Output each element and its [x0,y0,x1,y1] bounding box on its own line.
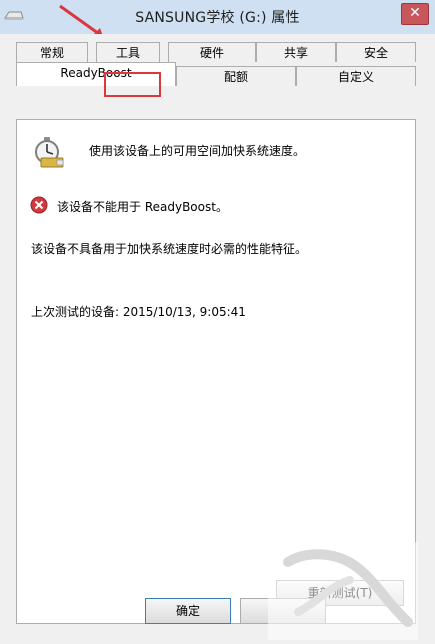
cancel-button[interactable] [240,598,326,624]
tab-tools[interactable]: 工具 [96,42,160,62]
tab-general[interactable]: 常规 [16,42,88,62]
tab-label: 工具 [115,46,140,60]
tab-label: 常规 [39,46,64,60]
tab-hardware[interactable]: 硬件 [168,42,256,62]
tab-label: 硬件 [199,46,224,60]
title-bar: SANSUNG学校 (G:) 属性 ✕ [0,0,435,35]
error-x-icon [30,196,48,214]
readyboost-stopwatch-icon [35,137,64,168]
reason-text: 该设备不具备用于加快系统速度时必需的性能特征。 [31,242,308,256]
readyboost-panel: 使用该设备上的可用空间加快系统速度。 该设备不能用于 ReadyBoost。 该… [16,119,416,624]
tab-readyboost[interactable]: ReadyBoost [16,62,176,86]
error-message: 该设备不能用于 ReadyBoost。 [57,200,228,214]
tab-label: 配额 [223,70,248,84]
properties-dialog: 常规 工具 硬件 共享 安全 ReadyBoost 配额 自定义 使用该设备上的… [0,34,435,644]
tab-label: 共享 [283,46,308,60]
last-test-info: 上次测试的设备: 2015/10/13, 9:05:41 [31,305,246,319]
ok-button[interactable]: 确定 [145,598,231,624]
tab-quota[interactable]: 配额 [176,66,296,86]
tab-customize[interactable]: 自定义 [296,66,416,86]
tab-security[interactable]: 安全 [336,42,416,62]
window-title: SANSUNG学校 (G:) 属性 [135,10,300,26]
close-button[interactable]: ✕ [401,3,429,25]
tab-label: 安全 [363,46,388,60]
tab-label: 自定义 [337,70,374,84]
tab-sharing[interactable]: 共享 [256,42,336,62]
readyboost-description: 使用该设备上的可用空间加快系统速度。 [89,144,306,158]
tab-label: ReadyBoost [60,66,132,80]
